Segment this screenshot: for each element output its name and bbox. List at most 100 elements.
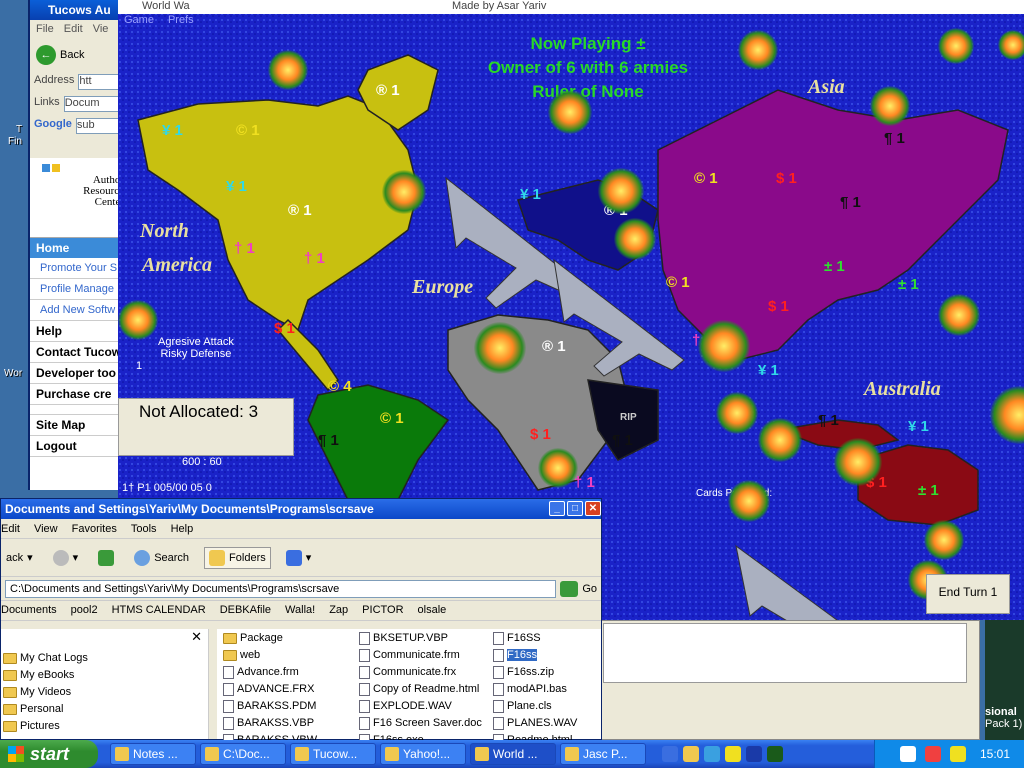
territory-army-label[interactable]: ® 1 [376,82,400,99]
end-turn-button[interactable]: End Turn 1 [926,574,1010,614]
explorer-title-bar[interactable]: Documents and Settings\Yariv\My Document… [1,499,601,519]
file-item[interactable]: BARAKSS.VBP [221,714,317,731]
file-item[interactable]: modAPI.bas [491,680,577,697]
link-debkafile[interactable]: DEBKAfile [220,604,271,617]
go-button[interactable]: Go [582,583,597,595]
territory-army-label[interactable]: ¶ 1 [612,432,633,449]
territory-army-label[interactable]: † 1 [574,474,595,491]
territory-army-label[interactable]: $ 1 [776,170,797,187]
close-button[interactable]: ✕ [585,501,601,516]
file-item[interactable]: BKSETUP.VBP [357,629,482,646]
nav-developer-tools[interactable]: Developer too [30,363,128,384]
link-pictor[interactable]: PICTOR [362,604,403,617]
menu-game[interactable]: Game [124,14,154,26]
file-item[interactable]: ADVANCE.FRX [221,680,317,697]
nav-help[interactable]: Help [30,321,128,342]
ie-icon[interactable] [704,746,720,762]
territory-army-label[interactable]: ± 1 [898,276,919,293]
nav-profile-manager[interactable]: Profile Manage [30,279,128,300]
quicklaunch-folder-icon[interactable] [683,746,699,762]
google-search-input[interactable]: sub [75,118,124,134]
territory-army-label[interactable]: ¥ 1 [908,418,929,435]
territory-army-label[interactable]: ± 1 [824,258,845,275]
folders-button[interactable]: Folders [204,546,271,569]
file-item[interactable]: Communicate.frx [357,663,482,680]
menu-prefs[interactable]: Prefs [168,14,194,26]
menu-view[interactable]: Vie [93,23,109,35]
menu-help[interactable]: Help [171,523,194,535]
territory-army-label[interactable]: ¶ 1 [840,194,861,211]
google-logo[interactable]: Google [34,118,72,132]
territory-army-label[interactable]: † 1 [304,250,325,267]
territory-army-label[interactable]: © 4 [328,378,352,395]
folder-tree-item[interactable]: My eBooks [1,666,208,683]
file-item[interactable]: F16 Screen Saver.doc [357,714,482,731]
territory-army-label[interactable]: ¥ 1 [758,362,779,379]
link-zap[interactable]: Zap [329,604,348,617]
author-resource-logo[interactable]: Author Resource Center [30,158,128,238]
go-arrow-icon[interactable] [560,580,579,597]
territory-army-label[interactable]: ¥ 1 [226,178,247,195]
menu-edit[interactable]: Edit [1,523,20,535]
nav-home[interactable]: Home [30,238,128,258]
search-button[interactable]: Search [129,547,194,569]
territory-army-label[interactable]: $ 1 [768,298,789,315]
tray-icon[interactable] [924,746,941,762]
back-button[interactable]: ack ▾ [1,548,38,567]
file-item[interactable]: F16SS [491,629,577,646]
territory-army-label[interactable]: $ 1 [530,426,551,443]
file-item[interactable]: Communicate.frm [357,646,482,663]
desktop-icon-label-2[interactable]: Fin [8,136,22,147]
link-htms-calendar[interactable]: HTMS CALENDAR [112,604,206,617]
taskbar-button[interactable]: World ... [470,743,556,765]
file-item[interactable]: Advance.frm [221,663,317,680]
territory-army-label[interactable]: ¶ 1 [818,412,839,429]
file-item[interactable]: EXPLODE.WAV [357,697,482,714]
nav-site-map[interactable]: Site Map [30,415,128,436]
territory-army-label[interactable]: © 1 [236,122,260,139]
nav-logout[interactable]: Logout [30,436,128,457]
territory-army-label[interactable]: $ 1 [274,320,295,337]
file-item[interactable]: Package [221,629,317,646]
folder-tree-item[interactable]: My Videos [1,683,208,700]
menu-file[interactable]: File [36,23,54,35]
territory-army-label[interactable]: ® 1 [288,202,312,219]
nav-purchase-credits[interactable]: Purchase cre [30,384,128,405]
territory-army-label[interactable]: ¶ 1 [318,432,339,449]
quicklaunch-icon[interactable] [725,746,741,762]
menu-edit[interactable]: Edit [64,23,83,35]
nav-add-new-software[interactable]: Add New Softw [30,300,128,321]
territory-army-label[interactable]: † 1 [234,240,255,257]
link-pool2[interactable]: pool2 [71,604,98,617]
browser-back-button[interactable]: ← Back [30,40,128,70]
quicklaunch-icon[interactable] [662,746,678,762]
excel-icon[interactable] [767,746,783,762]
tray-icon[interactable] [949,746,966,762]
address-input[interactable]: C:\Documents and Settings\Yariv\My Docum… [5,579,557,598]
territory-army-label[interactable]: © 1 [694,170,718,187]
link-documents[interactable]: Documents [1,604,57,617]
desktop-icon-label-3[interactable]: Wor [4,368,22,379]
taskbar-button[interactable]: Yahoo!... [380,743,466,765]
clock[interactable]: 15:01 [980,747,1010,761]
territory-army-label[interactable]: ¶ 1 [884,130,905,147]
link-olsale[interactable]: olsale [418,604,447,617]
file-item[interactable]: F16ss.zip [491,663,577,680]
taskbar-button[interactable]: C:\Doc... [200,743,286,765]
territory-army-label[interactable]: ¥ 1 [162,122,183,139]
file-item[interactable]: Copy of Readme.html [357,680,482,697]
menu-tools[interactable]: Tools [131,523,157,535]
taskbar-button[interactable]: Jasc P... [560,743,646,765]
nav-contact[interactable]: Contact Tucow [30,342,128,363]
link-walla[interactable]: Walla! [285,604,315,617]
file-item[interactable]: Plane.cls [491,697,577,714]
taskbar-button[interactable]: Notes ... [110,743,196,765]
folder-tree-item[interactable]: My Chat Logs [1,649,208,666]
start-button[interactable]: start [0,740,98,768]
close-pane-icon[interactable]: ✕ [1,629,208,649]
folder-tree-item[interactable]: Pictures [1,717,208,734]
word-icon[interactable] [746,746,762,762]
up-folder-button[interactable] [93,547,119,569]
file-item[interactable]: BARAKSS.PDM [221,697,317,714]
browser-title[interactable]: Tucows Au [30,0,128,20]
